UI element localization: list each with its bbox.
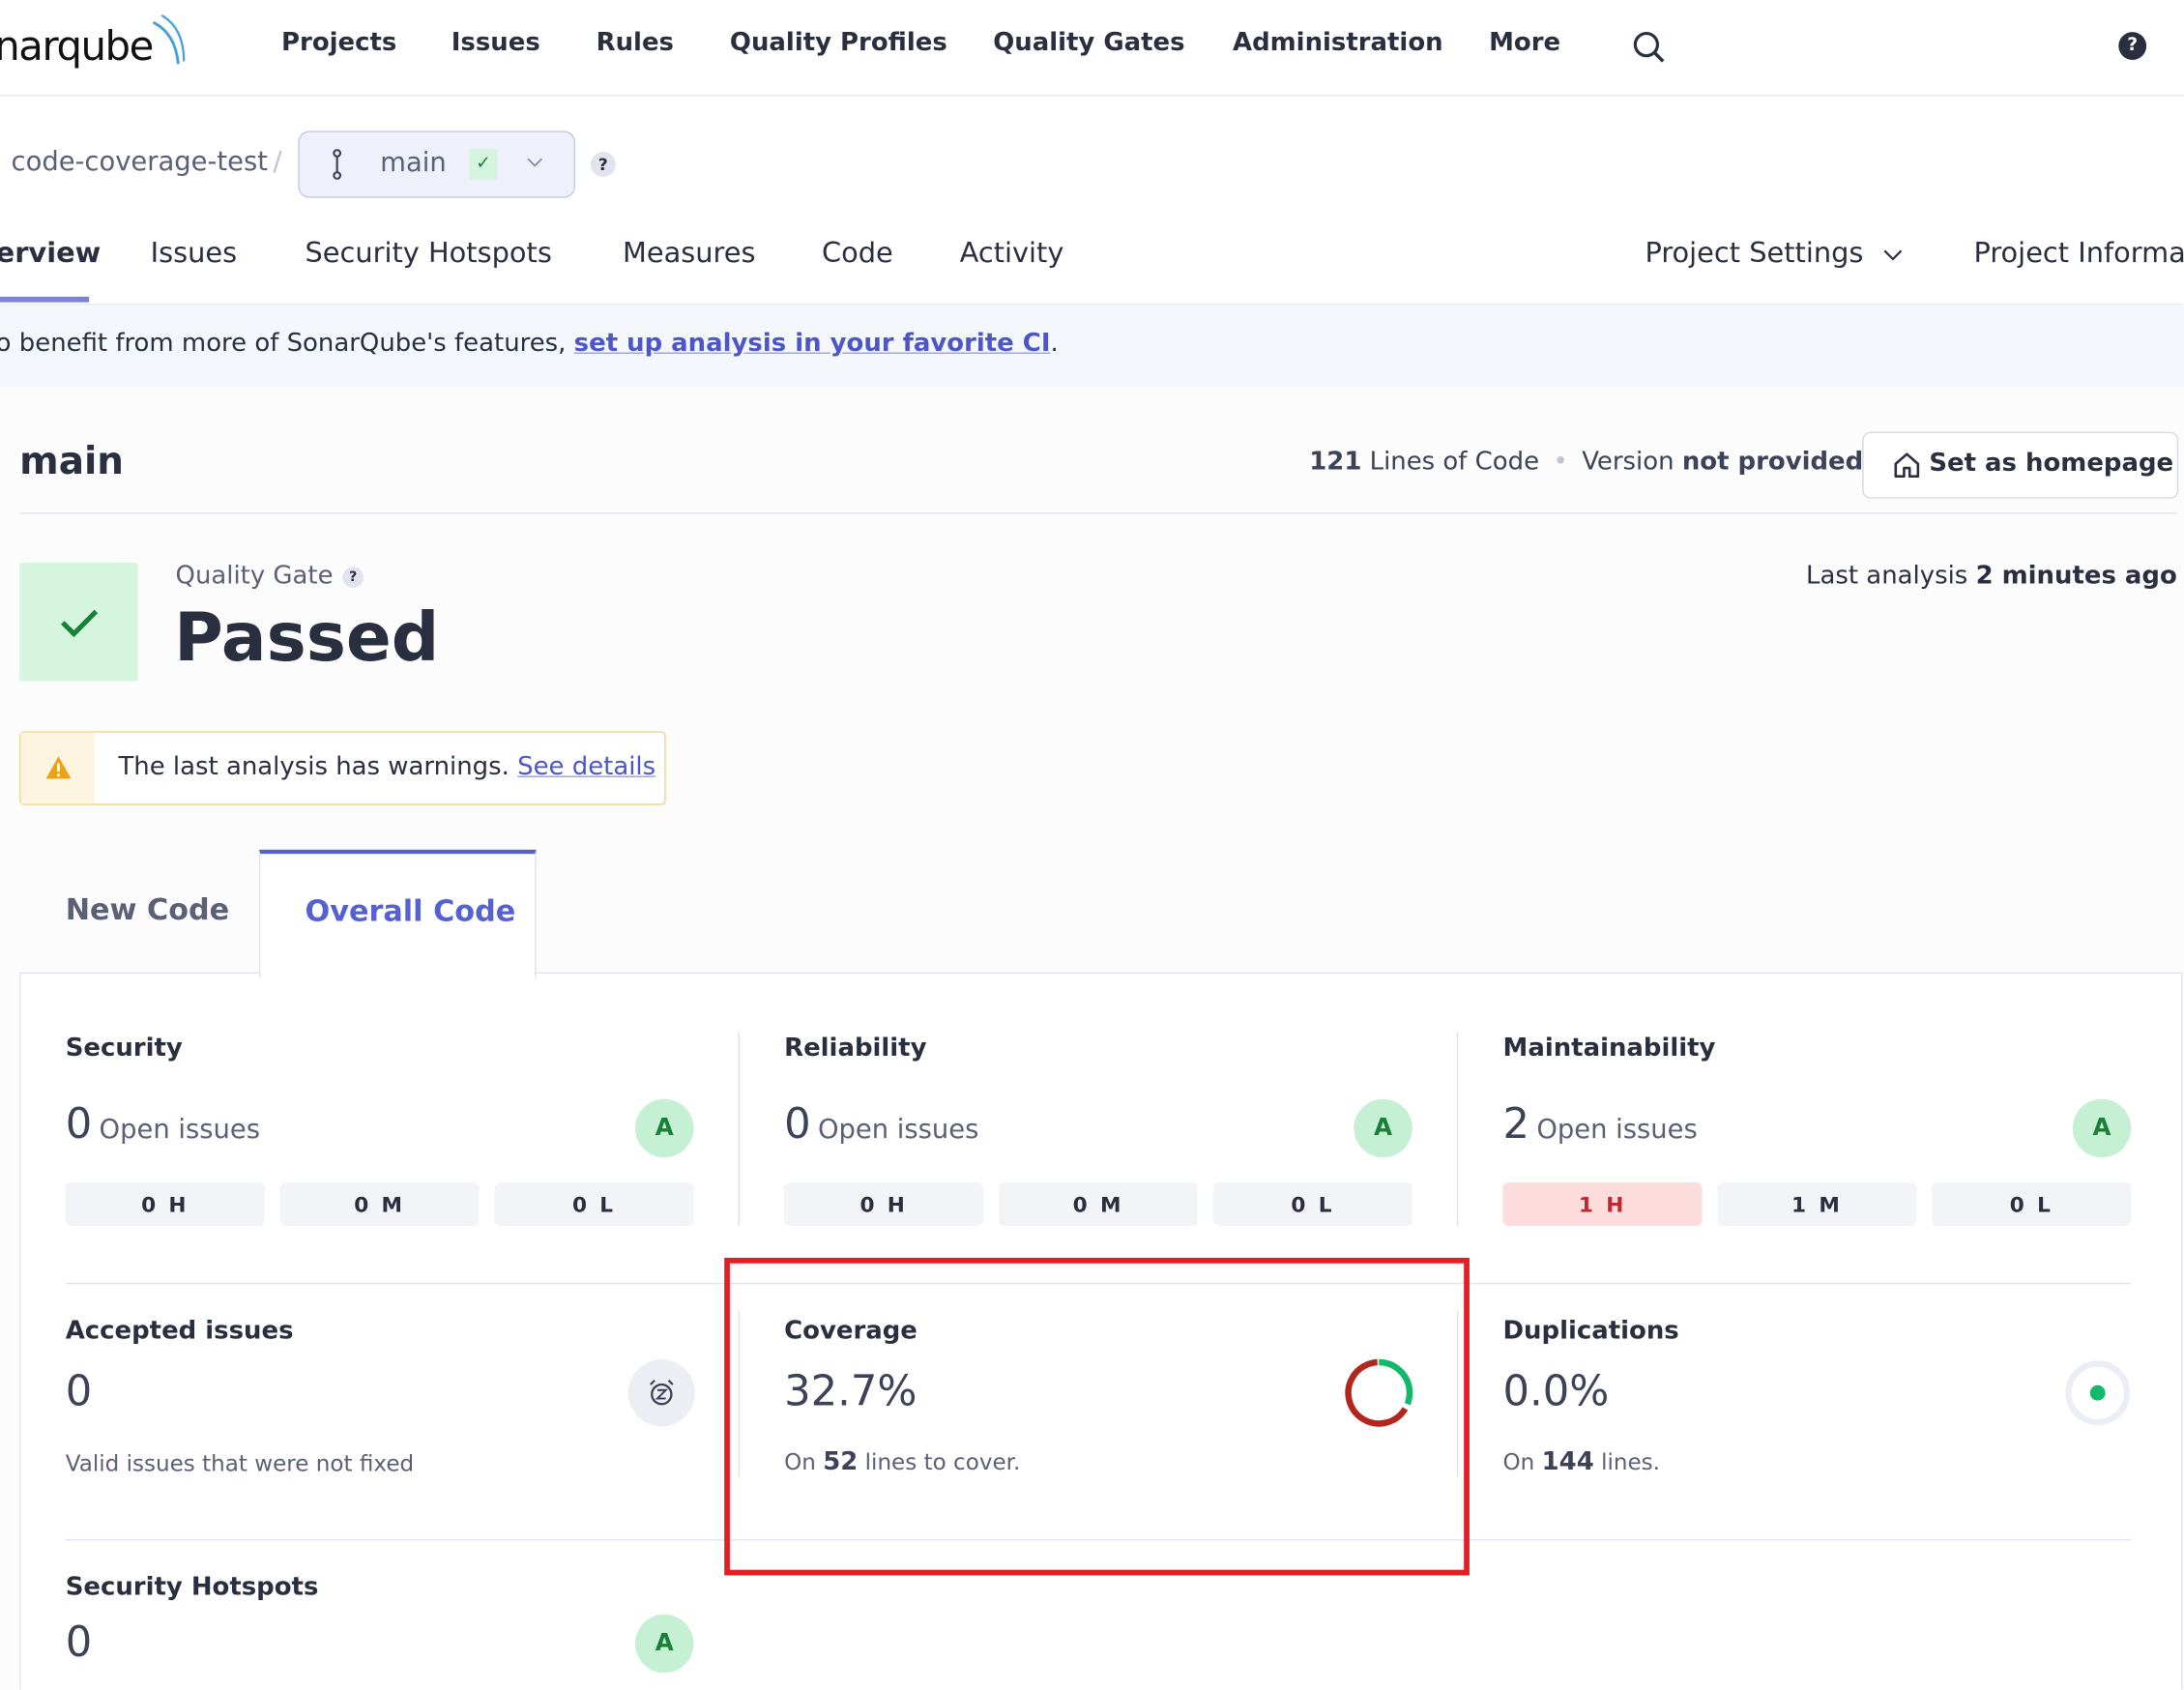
accepted-issues-value[interactable]: 0 [66, 1368, 93, 1416]
branch-status-check-icon: ✓ [469, 149, 498, 180]
severity-pill[interactable]: 0 L [1932, 1182, 2132, 1226]
check-icon [61, 609, 99, 638]
nav-more[interactable]: More [1489, 28, 1560, 57]
tab-code[interactable]: Code [822, 235, 893, 269]
last-analysis: Last analysis 2 minutes ago [1806, 561, 2177, 591]
chevron-down-icon [1883, 249, 1903, 261]
branch-name: main [380, 147, 447, 179]
breadcrumb-separator: / [273, 146, 282, 177]
snooze-clock-icon [627, 1359, 695, 1427]
reliability-grade-badge[interactable]: A [1354, 1098, 1412, 1158]
chevron-down-icon [527, 158, 543, 167]
quality-gate-status-icon [19, 563, 138, 682]
open-issues[interactable]: 0 Open issues [66, 1100, 260, 1149]
duplications-indicator-icon [2065, 1360, 2131, 1426]
breadcrumb-project[interactable]: code-coverage-test [12, 146, 268, 177]
highlight-box [724, 1257, 1470, 1576]
quality-gate-status: Passed [174, 598, 440, 678]
nav-rules[interactable]: Rules [597, 28, 674, 57]
help-icon[interactable]: ? [2118, 32, 2147, 60]
banner-text: o benefit from more of SonarQube's featu… [0, 329, 1059, 359]
top-nav: narqube Projects Issues Rules Quality Pr… [0, 0, 2184, 97]
logo[interactable]: narqube [0, 14, 186, 70]
tab-overall-code[interactable]: Overall Code [258, 849, 537, 978]
help-icon[interactable]: ? [342, 567, 364, 588]
nav-quality-profiles[interactable]: Quality Profiles [730, 28, 947, 57]
severity-pill[interactable]: 0 L [1212, 1182, 1412, 1226]
quality-gate-label: Quality Gate [175, 561, 334, 591]
divider [19, 512, 2177, 514]
tab-new-code[interactable]: New Code [19, 851, 259, 972]
tab-measures[interactable]: Measures [623, 235, 755, 269]
hotspots-grade-badge[interactable]: A [634, 1614, 694, 1674]
branch-selector[interactable]: main ✓ [298, 131, 576, 198]
logo-waves-icon [152, 14, 186, 65]
security-grade-badge[interactable]: A [634, 1098, 694, 1158]
search-icon[interactable] [1633, 31, 1667, 65]
help-icon[interactable]: ? [590, 152, 616, 177]
analysis-warning: The last analysis has warnings. See deta… [19, 731, 666, 805]
setup-ci-link[interactable]: set up analysis in your favorite CI [574, 329, 1051, 358]
tab-activity[interactable]: Activity [960, 235, 1064, 269]
nav-quality-gates[interactable]: Quality Gates [993, 28, 1184, 57]
severity-pill[interactable]: 0 M [279, 1182, 480, 1226]
hotspots-value[interactable]: 0 [66, 1618, 93, 1667]
tab-project-settings[interactable]: Project Settings [1645, 235, 1903, 269]
see-details-link[interactable]: See details [517, 752, 655, 781]
maintainability-grade-badge[interactable]: A [2072, 1098, 2132, 1158]
active-tab-indicator [0, 296, 90, 303]
severity-pill[interactable]: 0 H [784, 1182, 984, 1226]
tab-issues[interactable]: Issues [151, 235, 238, 269]
open-issues[interactable]: 0 Open issues [784, 1100, 978, 1149]
lines-of-code: 121 Lines of Code•Version not provided• [1309, 447, 1892, 477]
page-title: main [19, 440, 124, 483]
severity-pill[interactable]: 0 L [494, 1182, 694, 1226]
tab-security-hotspots[interactable]: Security Hotspots [306, 235, 552, 269]
tab-overview[interactable]: erview [0, 235, 101, 269]
severity-pill[interactable]: 1 M [1717, 1182, 1917, 1226]
home-icon [1894, 452, 1920, 479]
tab-project-information[interactable]: Project Informa [1973, 235, 2184, 269]
severity-pill[interactable]: 0 H [65, 1182, 265, 1226]
severity-pill[interactable]: 0 M [998, 1182, 1199, 1226]
nav-administration[interactable]: Administration [1233, 28, 1443, 57]
branch-icon [333, 149, 342, 180]
open-issues[interactable]: 2 Open issues [1503, 1100, 1698, 1149]
nav-issues[interactable]: Issues [451, 28, 540, 57]
warning-icon [45, 756, 72, 779]
duplications-value[interactable]: 0.0% [1503, 1368, 1610, 1416]
severity-pill[interactable]: 1 H [1502, 1182, 1703, 1226]
ci-banner: o benefit from more of SonarQube's featu… [0, 305, 2184, 388]
project-header: code-coverage-test / main ✓ ? erview Iss… [0, 96, 2184, 305]
nav-projects[interactable]: Projects [281, 28, 396, 57]
set-homepage-button[interactable]: Set as homepage [1862, 431, 2179, 499]
